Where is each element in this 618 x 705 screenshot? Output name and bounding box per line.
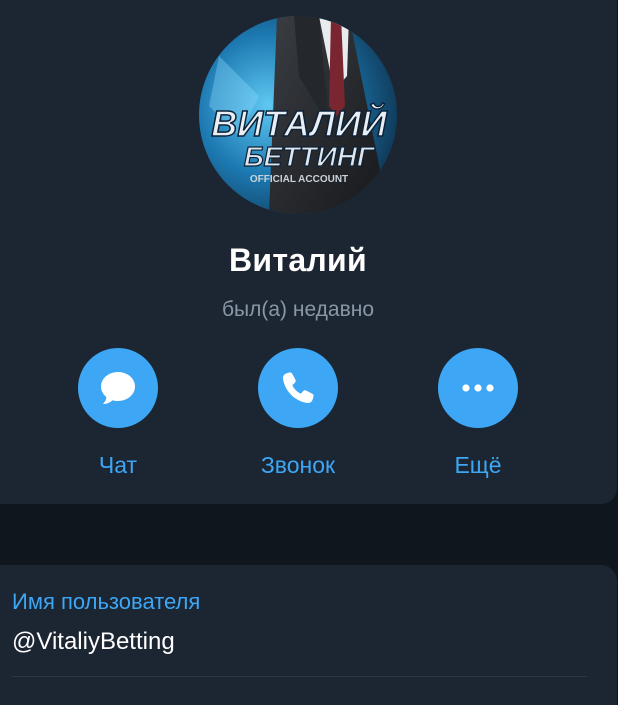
more-dots-icon [462,384,494,392]
more-button-circle[interactable] [438,348,518,428]
chat-bubble-icon [101,372,135,404]
more-button-label: Ещё [454,452,502,478]
username-value[interactable]: @VitaliyBetting [12,628,175,656]
profile-name: Виталий [228,242,368,278]
divider [12,676,587,677]
profile-status: был(а) недавно [221,298,375,321]
avatar-image: ВИТАЛИЙ БЕТТИНГ OFFICIAL ACCOUNT [199,16,397,214]
call-button[interactable]: Звонок [238,348,358,488]
info-card: Имя пользователя @VitaliyBetting [0,565,617,705]
phone-icon [282,372,314,404]
avatar-text-line3: OFFICIAL ACCOUNT [250,174,348,185]
avatar[interactable]: ВИТАЛИЙ БЕТТИНГ OFFICIAL ACCOUNT [199,16,397,214]
avatar-text-line1: ВИТАЛИЙ [211,102,388,144]
call-button-label: Звонок [260,452,336,478]
chat-button[interactable]: Чат [58,348,178,488]
chat-button-circle[interactable] [78,348,158,428]
username-label: Имя пользователя [12,589,201,614]
avatar-text-line2: БЕТТИНГ [244,141,376,172]
call-button-circle[interactable] [258,348,338,428]
more-button[interactable]: Ещё [418,348,538,488]
chat-button-label: Чат [98,452,138,478]
profile-card: ВИТАЛИЙ БЕТТИНГ OFFICIAL ACCOUNT Виталий… [0,0,617,504]
